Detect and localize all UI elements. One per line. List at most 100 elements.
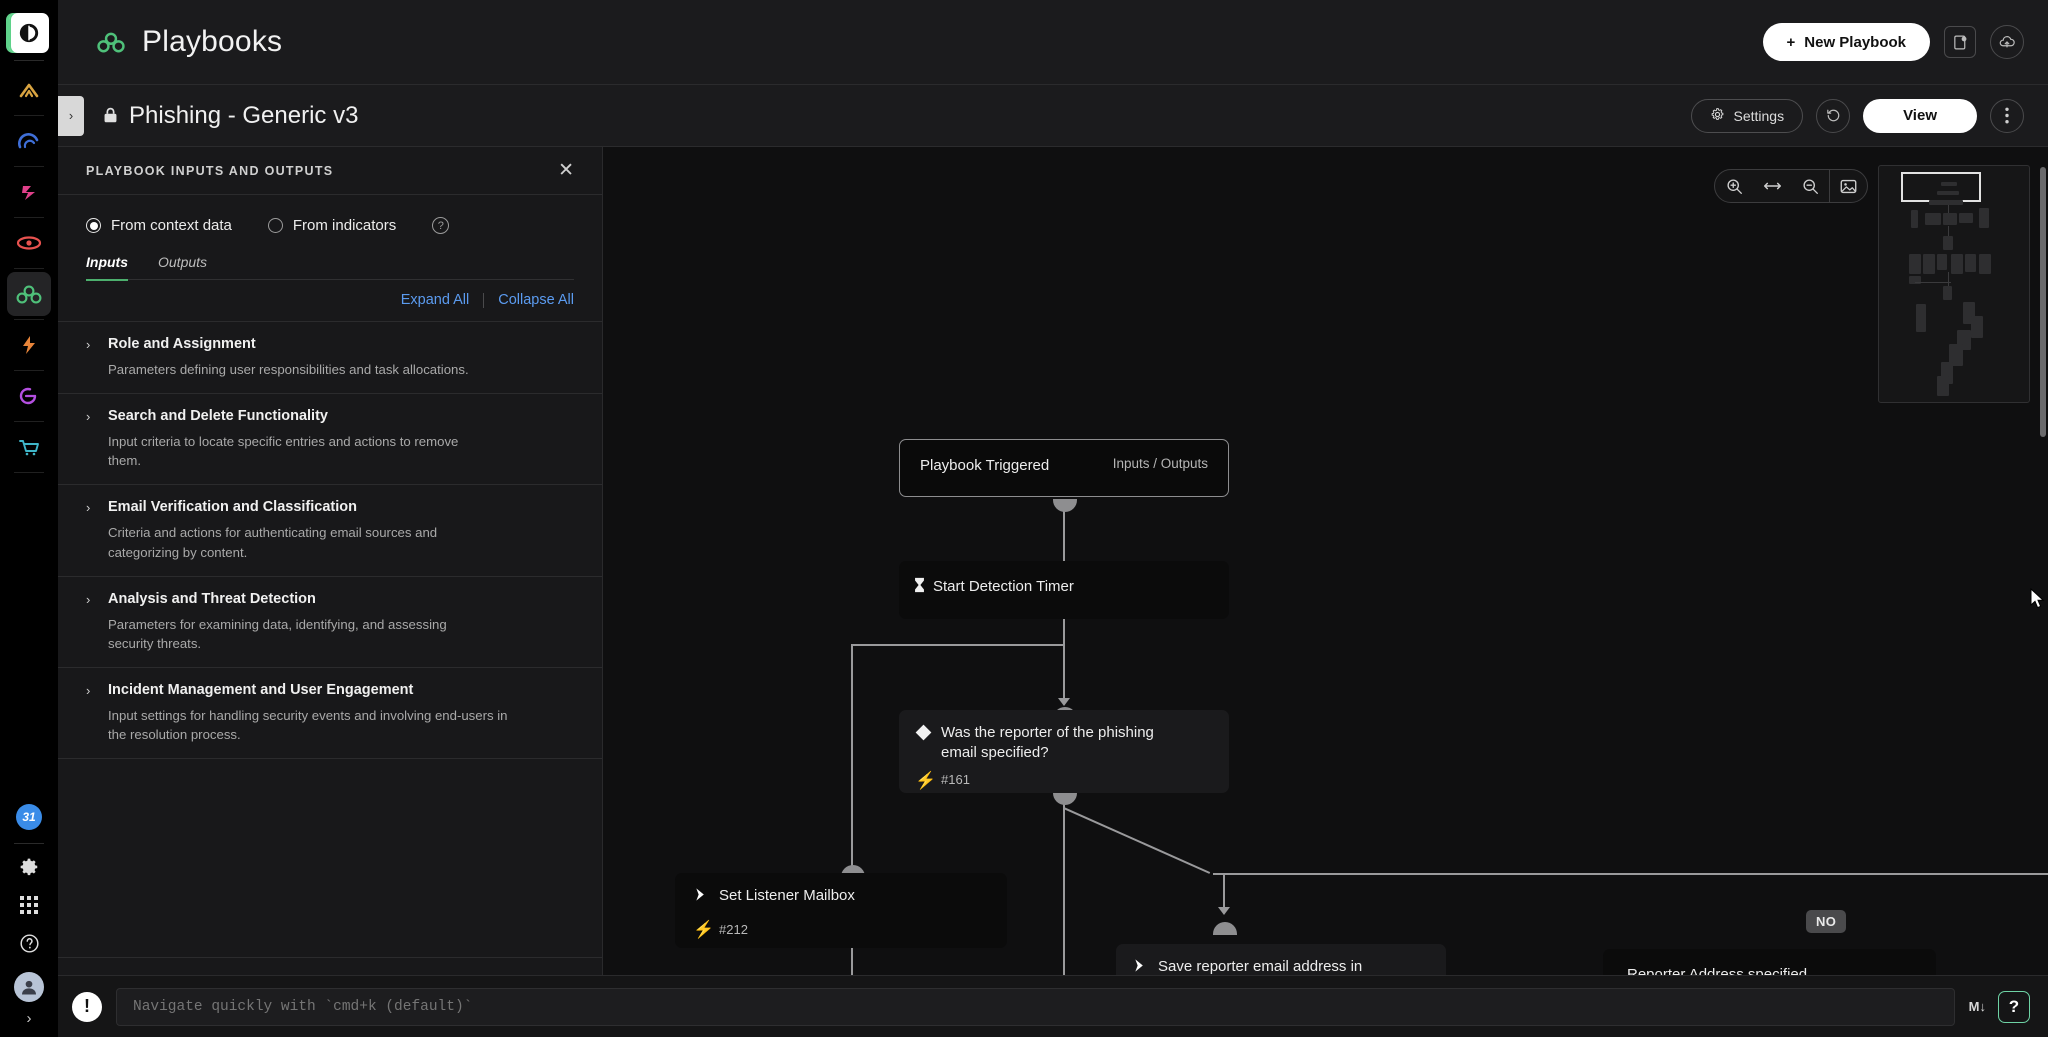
gear-icon <box>1710 107 1725 125</box>
node-playbook-triggered[interactable]: Playbook Triggered Inputs / Outputs <box>899 439 1229 497</box>
settings-button[interactable]: Settings <box>1691 98 1804 133</box>
fit-screen-icon[interactable] <box>1829 170 1867 202</box>
zoom-controls <box>1714 169 1868 203</box>
accordion-header[interactable]: › Email Verification and Classification <box>86 499 574 517</box>
content-area: PLAYBOOK INPUTS AND OUTPUTS ✕ From conte… <box>58 147 2048 1037</box>
section-title: Incident Management and User Engagement <box>108 681 414 698</box>
plus-icon: + <box>1786 33 1796 51</box>
chevron-right-icon: › <box>86 682 91 698</box>
sidebar-item-incidents[interactable] <box>7 170 51 214</box>
canvas-vertical-scrollbar[interactable] <box>2040 167 2046 437</box>
section-description: Input criteria to locate specific entrie… <box>108 434 459 469</box>
sidebar-item-marketplace[interactable] <box>7 425 51 469</box>
expand-all-link[interactable]: Expand All <box>401 292 470 308</box>
command-palette-input[interactable] <box>116 987 1955 1026</box>
sidebar-item-threat-intel[interactable] <box>7 221 51 265</box>
node-reporter-specified-condition[interactable]: Was the reporter of the phishing email s… <box>899 710 1229 793</box>
playbook-canvas[interactable]: Playbook Triggered Inputs / Outputs Star… <box>603 147 2048 1037</box>
node-start-detection-timer[interactable]: Start Detection Timer <box>899 561 1229 619</box>
new-playbook-button[interactable]: + New Playbook <box>1762 23 1930 61</box>
cloud-upload-icon[interactable] <box>1990 25 2024 59</box>
automation-icon <box>23 336 35 354</box>
rail-divider <box>14 166 44 167</box>
playbooks-icon <box>16 285 42 304</box>
tab-outputs[interactable]: Outputs <box>158 254 207 279</box>
accordion-header[interactable]: › Role and Assignment <box>86 336 574 354</box>
node-task-id: #161 <box>941 772 970 787</box>
cortex-logo-icon[interactable] <box>9 13 49 53</box>
node-anchor <box>1053 499 1077 512</box>
edge <box>851 644 1065 646</box>
diamond-condition-icon <box>915 723 941 741</box>
fit-width-icon[interactable] <box>1753 170 1791 202</box>
view-button[interactable]: View <box>1863 98 1977 133</box>
tab-inputs[interactable]: Inputs <box>86 254 128 279</box>
list-item[interactable]: › Incident Management and User Engagemen… <box>58 668 602 760</box>
markdown-icon[interactable]: M↓ <box>1969 999 1986 1014</box>
avatar[interactable] <box>14 972 44 1002</box>
node-row: Was the reporter of the phishing email s… <box>915 723 1213 764</box>
hourglass-icon <box>913 577 926 598</box>
rail-divider <box>14 217 44 218</box>
incidents-icon <box>22 186 35 200</box>
accordion-header[interactable]: › Analysis and Threat Detection <box>86 591 574 609</box>
node-meta: ⚡ #161 <box>915 771 1213 789</box>
radio-from-context-data[interactable]: From context data <box>86 217 232 234</box>
rail-divider <box>14 60 44 61</box>
rail-expand-caret[interactable]: › <box>27 1010 32 1027</box>
sidebar-item-automation[interactable] <box>7 323 51 367</box>
help-button[interactable]: ? <box>1998 990 2030 1023</box>
canvas-minimap[interactable] <box>1878 165 2030 403</box>
accordion-header[interactable]: › Search and Delete Functionality <box>86 408 574 426</box>
section-description: Criteria and actions for authenticating … <box>108 525 438 560</box>
node-title: Start Detection Timer <box>933 578 1074 595</box>
apps-grid-icon[interactable] <box>9 886 49 924</box>
settings-gear-icon[interactable] <box>9 848 49 886</box>
sidebar-item-exposure[interactable] <box>7 374 51 418</box>
minimap-viewport[interactable] <box>1901 172 1981 202</box>
edge <box>1063 807 1211 874</box>
list-item[interactable]: › Email Verification and Classification … <box>58 485 602 577</box>
sidebar-item-assets[interactable] <box>7 68 51 112</box>
expand-collapse-actions: Expand All Collapse All <box>58 280 602 321</box>
zoom-out-icon[interactable] <box>1791 170 1829 202</box>
help-circle-icon[interactable] <box>9 924 49 962</box>
playbooks-logo-icon <box>97 32 125 53</box>
node-task-id: #212 <box>719 921 748 937</box>
list-item[interactable]: › Search and Delete Functionality Input … <box>58 394 602 486</box>
node-title: Set Listener Mailbox <box>719 887 855 904</box>
marketplace-icon <box>19 440 39 456</box>
chevron-right-icon: › <box>86 500 91 516</box>
chevron-right-icon: › <box>86 409 91 425</box>
history-revert-icon[interactable] <box>1816 98 1851 133</box>
rail-divider <box>14 421 44 422</box>
page-title: Playbooks <box>142 25 283 58</box>
list-item[interactable]: › Role and Assignment Parameters definin… <box>58 322 602 395</box>
section-description: Input settings for handling security eve… <box>108 707 508 743</box>
node-meta: ⚡ #212 <box>693 920 989 938</box>
divider <box>483 292 485 308</box>
sidebar-item-playbooks[interactable] <box>7 272 51 316</box>
panel-tabs: Inputs Outputs <box>58 238 602 279</box>
source-radio-group: From context data From indicators ? <box>58 195 602 238</box>
close-icon[interactable]: ✕ <box>558 161 574 180</box>
notification-badge[interactable]: 31 <box>16 804 42 830</box>
lock-icon <box>102 106 119 125</box>
docs-bookmark-icon[interactable] <box>1944 26 1976 58</box>
list-item[interactable]: › Analysis and Threat Detection Paramete… <box>58 577 602 668</box>
accordion-header[interactable]: › Incident Management and User Engagemen… <box>86 682 574 700</box>
radio-dot <box>86 218 101 233</box>
radio-from-indicators[interactable]: From indicators <box>267 217 396 234</box>
sidebar-collapse-toggle[interactable]: › <box>58 95 84 136</box>
help-icon[interactable]: ? <box>432 217 450 234</box>
app-root: 31 › Playbooks + New Playbook › Phishing… <box>0 0 2048 1037</box>
playbook-title: Phishing - Generic v3 <box>129 101 359 129</box>
collapse-all-link[interactable]: Collapse All <box>498 292 574 308</box>
node-set-listener-mailbox[interactable]: Set Listener Mailbox ⚡ #212 <box>675 873 1007 948</box>
node-row: Start Detection Timer <box>913 577 1215 598</box>
zoom-in-icon[interactable] <box>1715 170 1753 202</box>
alert-exclamation-icon[interactable]: ! <box>72 991 102 1022</box>
kebab-menu-icon[interactable] <box>1990 98 2024 133</box>
rail-divider <box>14 843 44 844</box>
sidebar-item-analytics[interactable] <box>7 119 51 163</box>
